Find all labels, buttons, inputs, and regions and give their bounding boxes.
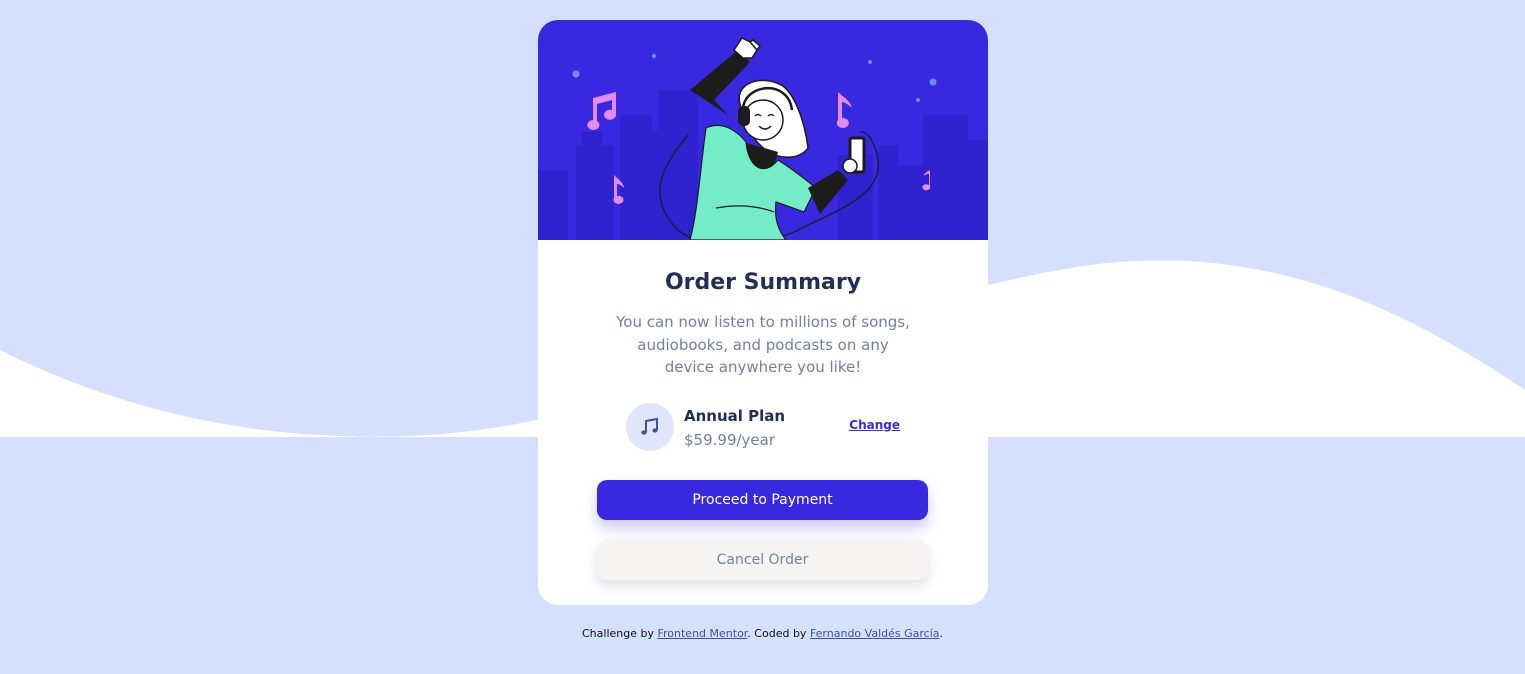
music-note-icon xyxy=(626,403,674,451)
proceed-to-payment-button[interactable]: Proceed to Payment xyxy=(597,480,928,520)
frontend-mentor-link[interactable]: Frontend Mentor xyxy=(657,627,747,640)
attribution: Challenge by Frontend Mentor. Coded by F… xyxy=(0,627,1525,640)
plan-name: Annual Plan xyxy=(684,407,786,425)
plan-price: $59.99/year xyxy=(684,431,776,449)
plan-summary: Annual Plan $59.99/year Change xyxy=(626,403,900,451)
author-link[interactable]: Fernando Valdés García xyxy=(810,627,940,640)
hero-illustration xyxy=(538,20,988,240)
attribution-prefix: Challenge by xyxy=(582,627,658,640)
cancel-order-button[interactable]: Cancel Order xyxy=(597,540,928,580)
attribution-middle: . Coded by xyxy=(747,627,810,640)
order-summary-card: Order Summary You can now listen to mill… xyxy=(538,20,988,605)
attribution-suffix: . xyxy=(939,627,944,640)
change-plan-link[interactable]: Change xyxy=(849,418,900,432)
card-title: Order Summary xyxy=(664,270,862,295)
card-description: You can now listen to millions of songs,… xyxy=(616,313,910,376)
